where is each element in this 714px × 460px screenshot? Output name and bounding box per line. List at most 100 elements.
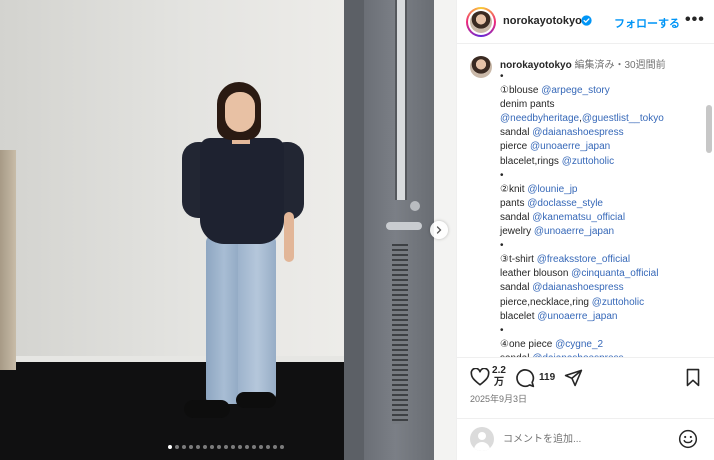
mention-link[interactable]: @freaksstore_official <box>537 254 630 265</box>
action-bar: 2.2 万 119 2025年9月3日 <box>457 357 714 417</box>
caption-text-segment: • <box>500 71 504 82</box>
person-shoe-right <box>236 392 276 408</box>
mention-link[interactable]: @doclasse_style <box>527 198 603 209</box>
caption-text-segment: sandal <box>500 127 533 139</box>
caption-line: sandal @kanematsu_official <box>500 211 706 225</box>
caption-scrollbar[interactable] <box>706 105 712 153</box>
carousel-dot <box>280 445 284 449</box>
carousel-dot <box>196 445 200 449</box>
mention-link[interactable]: @needbyheritage <box>500 113 579 124</box>
person-blouse <box>200 138 284 244</box>
caption-text-segment: jewelry <box>500 226 534 238</box>
mention-link[interactable]: @lounie_jp <box>527 184 577 195</box>
comment-input[interactable] <box>503 431 663 447</box>
bookmark-icon[interactable] <box>685 368 701 387</box>
caption-text-segment: ②knit <box>500 183 528 195</box>
caption-line: denim pants <box>500 98 706 112</box>
mention-link[interactable]: @guestlist__tokyo <box>582 113 664 124</box>
mention-link[interactable]: @unoaerre_japan <box>530 141 610 152</box>
caption-text-segment: sandal <box>500 211 533 223</box>
caption-area[interactable]: norokayotokyo 編集済み・30週間前 • ①blouse @arpeg… <box>457 45 714 357</box>
person-jeans-left <box>206 236 242 404</box>
comment-count[interactable]: 119 <box>539 372 555 383</box>
mention-link[interactable]: @kanematsu_official <box>532 212 625 223</box>
caption-line: ④one piece @cygne_2 <box>500 338 706 352</box>
person-jeans-right <box>238 236 276 400</box>
photo-door-handle <box>386 222 422 230</box>
post-photo[interactable] <box>0 0 456 460</box>
carousel-dot <box>203 445 207 449</box>
emoji-icon[interactable] <box>678 429 698 449</box>
mention-link[interactable]: @zuttoholic <box>562 156 614 167</box>
mention-link[interactable]: @daianashoespress <box>532 127 623 138</box>
caption-line: sandal @daianashoespress <box>500 126 706 140</box>
caption-avatar[interactable] <box>470 56 492 78</box>
caption-text-segment: sandal <box>500 282 533 294</box>
photo-door-window <box>395 0 407 200</box>
author-avatar[interactable] <box>466 7 496 37</box>
caption-line: blacelet @unoaerre_japan <box>500 310 706 324</box>
photo-door-frame <box>344 0 364 460</box>
photo-person <box>176 82 306 432</box>
caption-line: pierce,necklace,ring @zuttoholic <box>500 296 706 310</box>
carousel-dot <box>210 445 214 449</box>
mention-link[interactable]: @cygne_2 <box>555 339 603 350</box>
person-arm <box>284 212 294 262</box>
caption-text-segment: denim pants <box>500 99 555 111</box>
caption-line: • <box>500 324 706 338</box>
post-side-panel: norokayotokyo フォローする ••• norokayotokyo 編… <box>456 0 714 460</box>
caption-line: • <box>500 169 706 183</box>
caption-text-segment: • <box>500 324 504 336</box>
caption-line: blacelet,rings @zuttoholic <box>500 155 706 169</box>
mention-link[interactable]: @zuttoholic <box>592 297 644 308</box>
avatar-image <box>470 11 492 33</box>
caption-line: • <box>500 70 706 84</box>
caption-text-segment: pierce <box>500 141 531 153</box>
person-shoe-left <box>184 400 230 418</box>
caption-text-segment: blacelet,rings <box>500 155 562 167</box>
photo-door-vent <box>392 244 408 424</box>
mention-link[interactable]: @cinquanta_official <box>571 268 658 279</box>
author-username[interactable]: norokayotokyo <box>503 15 582 27</box>
carousel-dots <box>168 445 284 449</box>
caption-line: leather blouson @cinquanta_official <box>500 267 706 281</box>
caption-text-segment: ④one piece <box>500 338 556 350</box>
viewer-avatar-icon <box>470 427 494 451</box>
caption-text: • ①blouse @arpege_storydenim pants @needby… <box>500 70 706 357</box>
carousel-dot <box>217 445 221 449</box>
carousel-dot <box>266 445 270 449</box>
mention-link[interactable]: @arpege_story <box>541 85 610 96</box>
carousel-dot <box>273 445 277 449</box>
carousel-dot <box>168 445 172 449</box>
carousel-dot <box>182 445 186 449</box>
verified-badge-icon <box>581 15 592 26</box>
caption-text-segment: • <box>500 240 504 252</box>
mention-link[interactable]: @unoaerre_japan <box>537 311 617 322</box>
share-icon[interactable] <box>564 368 583 387</box>
carousel-dot <box>245 445 249 449</box>
caption-line: ③t-shirt @freaksstore_official <box>500 253 706 267</box>
carousel-dot <box>175 445 179 449</box>
like-count[interactable]: 2.2 万 <box>492 365 506 389</box>
caption-text-segment: ①blouse <box>500 85 542 97</box>
more-options-icon[interactable]: ••• <box>685 11 705 29</box>
post-date[interactable]: 2025年9月3日 <box>470 392 527 405</box>
heart-icon[interactable] <box>470 368 490 386</box>
caption-text-segment: pants <box>500 197 528 209</box>
comment-box <box>457 418 714 460</box>
caption-text-segment: • <box>500 169 504 181</box>
caption-line: ②knit @lounie_jp <box>500 183 706 197</box>
comment-icon[interactable] <box>515 368 535 388</box>
follow-button[interactable]: フォローする <box>614 15 680 31</box>
mention-link[interactable]: @unoaerre_japan <box>534 226 614 237</box>
caption-text-segment: leather blouson <box>500 268 572 280</box>
caption-header: norokayotokyo 編集済み・30週間前 <box>500 56 666 71</box>
carousel-next-button[interactable] <box>430 221 448 239</box>
mention-link[interactable]: @daianashoespress <box>532 282 623 293</box>
caption-text-segment: pierce,necklace,ring <box>500 296 592 308</box>
carousel-dot <box>252 445 256 449</box>
caption-line: jewelry @unoaerre_japan <box>500 225 706 239</box>
carousel-dot <box>231 445 235 449</box>
carousel-dot <box>259 445 263 449</box>
caption-line: pants @doclasse_style <box>500 197 706 211</box>
